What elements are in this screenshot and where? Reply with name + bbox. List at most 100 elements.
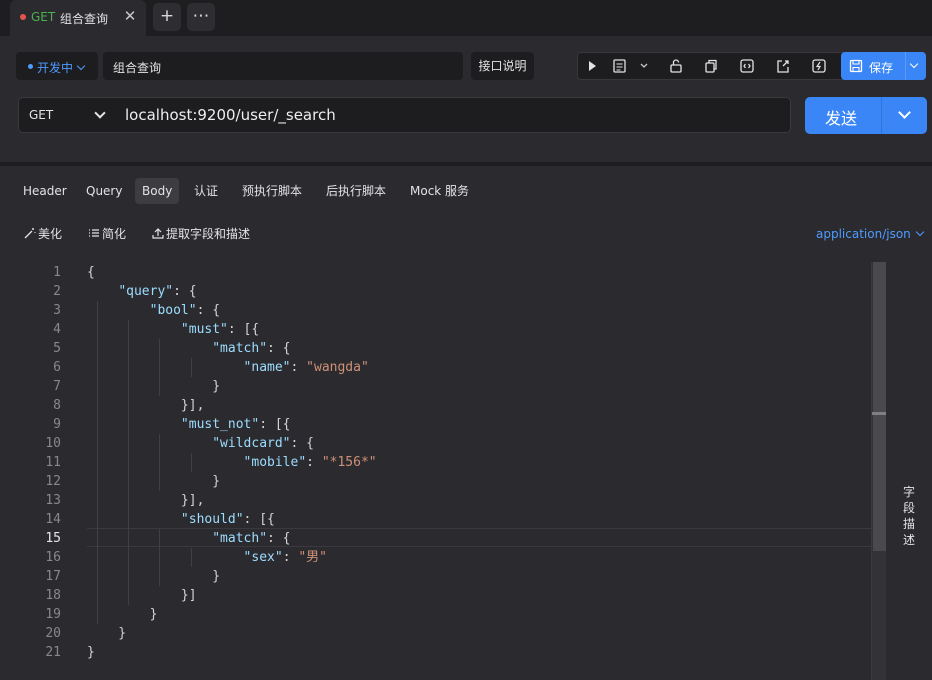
api-doc-button[interactable]: 接口说明: [471, 52, 534, 80]
simplify-button[interactable]: 简化: [88, 225, 126, 243]
code-icon[interactable]: [737, 57, 757, 75]
chevron-down-icon: [915, 227, 925, 237]
field-description-toggle[interactable]: 字段描述: [901, 484, 917, 548]
doc-icon[interactable]: [610, 57, 630, 75]
tab-header[interactable]: Header: [16, 178, 74, 204]
send-button[interactable]: 发送: [805, 97, 927, 134]
line-number: 18: [45, 588, 61, 603]
extract-fields-button[interactable]: 提取字段和描述: [152, 225, 250, 243]
tab-post-script[interactable]: 后执行脚本: [319, 178, 393, 204]
line-number: 10: [45, 436, 61, 451]
request-header-panel: 开发中 组合查询 接口说明 保存 GET localhost:9200/user…: [0, 36, 932, 162]
code-line: "match": {: [212, 341, 291, 356]
tab-strip: GET 组合查询 ✕ + ⋯: [0, 0, 932, 36]
line-number: 14: [45, 512, 61, 527]
chevron-down-icon[interactable]: [898, 106, 911, 119]
code-line: "wildcard": {: [212, 436, 314, 451]
scrollbar-marker: [872, 412, 886, 415]
code-line: "should": [{: [180, 512, 275, 527]
unlock-icon[interactable]: [666, 57, 686, 75]
line-number-gutter: 1 2 3 4 5 6 7 8 9 10 11 12 13 14 15 16 17 18 19 20 21: [0, 262, 72, 680]
line-number: 3: [53, 303, 61, 318]
line-number: 11: [45, 455, 61, 470]
save-divider: [905, 52, 906, 80]
code-line: {: [87, 265, 95, 280]
code-line: "must": [{: [180, 322, 260, 337]
request-tabs: Header Query Body 认证 预执行脚本 后执行脚本 Mock 服务: [0, 166, 932, 216]
share-icon[interactable]: [773, 57, 793, 75]
tab-body[interactable]: Body: [135, 178, 180, 204]
line-number: 1: [53, 265, 61, 280]
code-line: "name": "wangda": [243, 360, 369, 375]
new-tab-button[interactable]: +: [153, 3, 181, 31]
magic-wand-icon: [24, 226, 36, 244]
code-editor[interactable]: 1 2 3 4 5 6 7 8 9 10 11 12 13 14 15 16 17 18 19 20 21 { "que…: [0, 262, 886, 680]
tab-pre-script[interactable]: 预执行脚本: [235, 178, 309, 204]
code-line: "sex": "男": [243, 550, 327, 565]
content-type-label: application/json: [816, 227, 911, 241]
more-icon[interactable]: ⋯: [187, 3, 215, 31]
chevron-down-icon[interactable]: [909, 59, 919, 69]
line-number: 21: [45, 645, 61, 660]
save-icon: [849, 59, 863, 76]
code-line: }],: [87, 493, 205, 508]
vertical-scrollbar[interactable]: [871, 262, 886, 680]
line-number: 9: [53, 417, 61, 432]
play-icon[interactable]: [582, 57, 602, 75]
code-area[interactable]: { "query": { "bool": { "must": [{ "match…: [87, 262, 871, 680]
scrollbar-thumb[interactable]: [873, 262, 886, 551]
chevron-down-icon[interactable]: [634, 57, 654, 75]
line-number: 2: [53, 284, 61, 299]
line-number: 13: [45, 493, 61, 508]
close-icon[interactable]: ✕: [122, 7, 138, 25]
extract-label: 提取字段和描述: [166, 227, 251, 241]
copy-icon[interactable]: [701, 57, 721, 75]
body-toolbar: 美化 简化 提取字段和描述 application/json: [0, 220, 932, 248]
save-button[interactable]: 保存: [841, 52, 926, 80]
code-line: }: [87, 626, 127, 641]
code-line: "mobile": "*156*": [243, 455, 377, 470]
method-select[interactable]: GET: [18, 97, 118, 133]
code-line: }: [87, 474, 221, 489]
tab-mock[interactable]: Mock 服务: [403, 178, 476, 204]
code-line: }: [87, 607, 158, 622]
send-divider: [881, 97, 882, 134]
code-line: }: [87, 569, 221, 584]
line-number: 5: [53, 341, 61, 356]
code-line: }],: [87, 398, 205, 413]
line-number: 19: [45, 607, 61, 622]
status-dot-icon: [28, 64, 33, 69]
line-number: 8: [53, 398, 61, 413]
status-select[interactable]: 开发中: [16, 52, 98, 80]
simplify-label: 简化: [102, 227, 127, 241]
field-description-panel: 字段描述: [886, 262, 932, 680]
line-number: 15: [45, 531, 61, 546]
method-label: GET: [29, 108, 54, 122]
line-number: 20: [45, 626, 61, 641]
url-input[interactable]: localhost:9200/user/_search: [117, 97, 791, 133]
chevron-down-icon: [76, 61, 86, 71]
code-line: "match": {: [212, 531, 291, 546]
content-type-select[interactable]: application/json: [816, 225, 925, 243]
chevron-down-icon: [94, 107, 106, 119]
flash-icon[interactable]: [809, 57, 829, 75]
tab-auth[interactable]: 认证: [187, 178, 225, 204]
request-tab[interactable]: GET 组合查询 ✕: [10, 0, 146, 36]
tab-method: GET: [31, 10, 56, 24]
line-number: 16: [45, 550, 61, 565]
line-number: 7: [53, 379, 61, 394]
send-label: 发送: [825, 109, 858, 128]
line-number: 6: [53, 360, 61, 375]
upload-icon: [152, 226, 164, 244]
tab-query[interactable]: Query: [79, 178, 129, 204]
code-line: "bool": {: [149, 303, 221, 318]
status-label: 开发中: [37, 61, 74, 75]
line-number: 17: [45, 569, 61, 584]
unsaved-dot-icon: [20, 14, 26, 20]
beautify-button[interactable]: 美化: [24, 225, 62, 243]
code-line: "query": {: [118, 284, 197, 299]
list-icon: [88, 226, 100, 244]
code-line: }: [87, 379, 221, 394]
request-name-input[interactable]: 组合查询: [103, 52, 463, 80]
code-line: }]: [87, 588, 197, 603]
